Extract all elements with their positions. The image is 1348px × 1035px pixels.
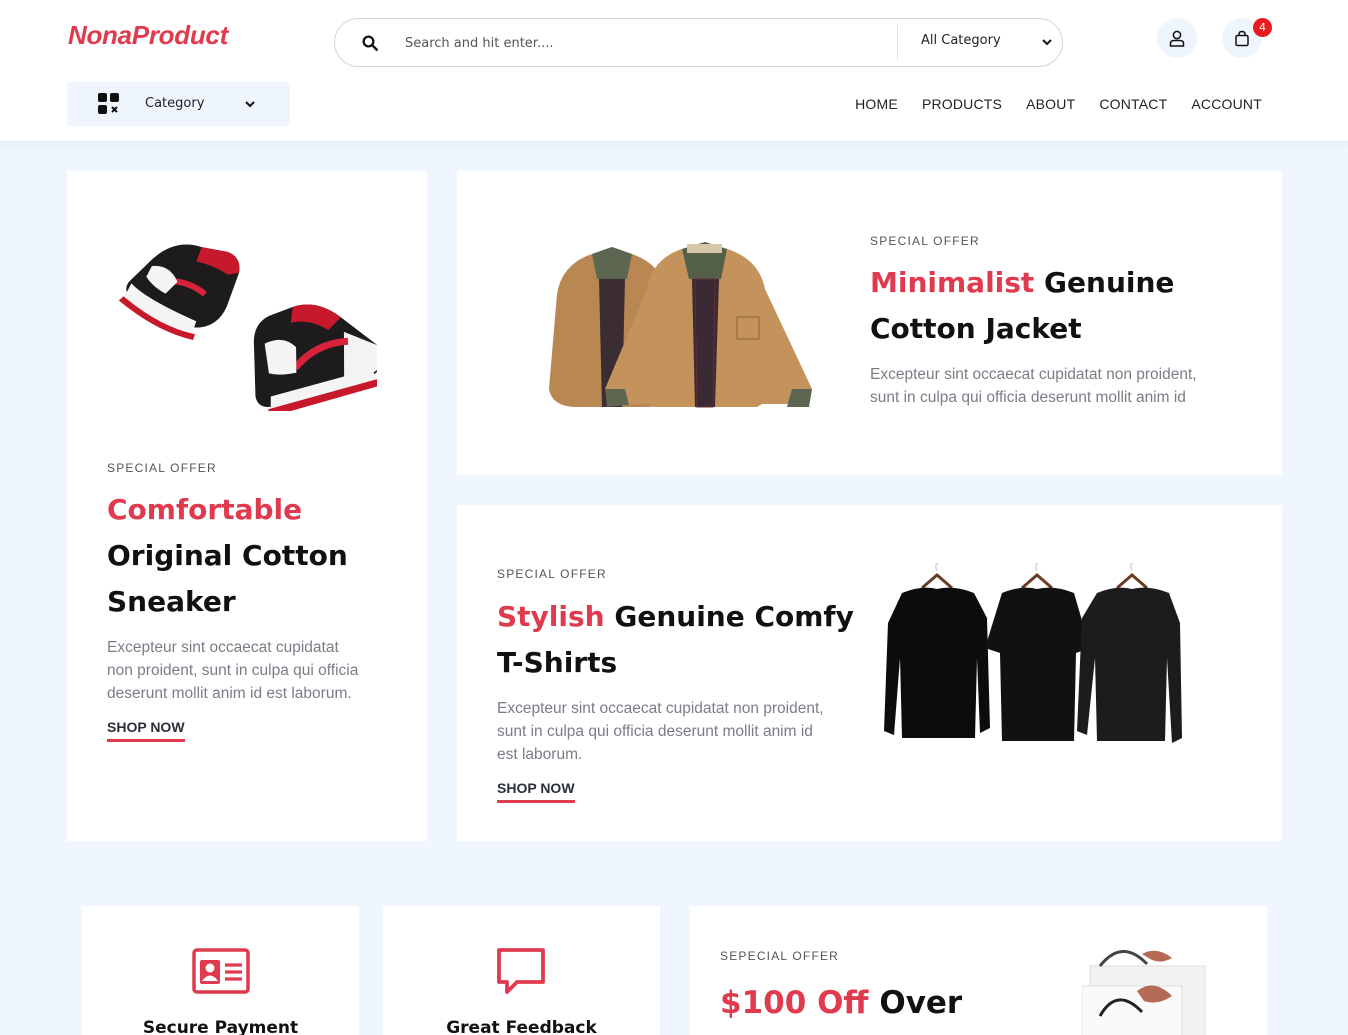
user-icon	[1169, 30, 1185, 47]
sneaker-product-image	[118, 244, 377, 411]
sneaker-headline-line2: Original Cotton	[107, 539, 348, 572]
chevron-down-icon[interactable]	[1041, 36, 1053, 48]
tshirt-offer-card: SPECIAL OFFER Stylish Genuine Comfy T-Sh…	[457, 505, 1282, 841]
nav-about[interactable]: ABOUT	[1026, 96, 1075, 112]
special-offer-eyebrow: SPECIAL OFFER	[497, 567, 607, 581]
promo-offer-card: SEPECIAL OFFER $100 Off Over	[690, 906, 1267, 1035]
desc-line: non proident, sunt in culpa qui officia	[107, 662, 359, 679]
jacket-headline-line1: Minimalist Genuine	[870, 260, 1270, 306]
jacket-headline-rest: Genuine	[1034, 266, 1175, 299]
main-nav: HOME PRODUCTS ABOUT CONTACT ACCOUNT	[855, 96, 1262, 112]
tshirt-headline-line2: T-Shirts	[497, 646, 618, 679]
nav-account[interactable]: ACCOUNT	[1191, 96, 1262, 112]
search-bar: All Category	[334, 18, 1063, 67]
all-category-select[interactable]: All Category	[921, 33, 1001, 48]
category-dropdown-button[interactable]: Category	[67, 82, 290, 126]
site-header: NonaProduct All Category 4	[0, 0, 1348, 141]
nav-contact[interactable]: CONTACT	[1099, 96, 1167, 112]
desc-line: Excepteur sint occaecat cupidatat non pr…	[870, 366, 1197, 383]
promo-headline-accent: $100 Off	[720, 985, 869, 1021]
chevron-down-icon	[245, 101, 255, 108]
desc-line: sunt in culpa qui officia deserunt molli…	[497, 723, 813, 740]
grid-category-icon	[98, 93, 119, 114]
secure-payment-card: Secure Payment	[82, 906, 359, 1035]
jacket-headline-accent: Minimalist	[870, 266, 1035, 299]
tshirt-headline: Stylish Genuine Comfy T-Shirts	[497, 594, 877, 686]
shopping-bags-image	[1082, 950, 1206, 1035]
desc-line: Excepteur sint occaecat cupidatat	[107, 639, 339, 656]
sneaker-headline-line3: Sneaker	[107, 585, 236, 618]
jacket-headline-line2: Cotton Jacket	[870, 312, 1082, 345]
desc-line: deserunt mollit anim id est laborum.	[107, 685, 352, 702]
account-button[interactable]	[1157, 18, 1197, 58]
id-card-icon	[192, 948, 250, 994]
tshirt-headline-rest: Genuine Comfy	[604, 600, 854, 633]
tshirt-headline-line1: Stylish Genuine Comfy	[497, 594, 877, 640]
sneaker-shop-now-link[interactable]: SHOP NOW	[107, 719, 185, 742]
cart-count-badge: 4	[1253, 18, 1272, 37]
jacket-headline: Minimalist Genuine Cotton Jacket	[870, 260, 1270, 352]
great-feedback-title: Great Feedback	[446, 1018, 597, 1035]
nav-home[interactable]: HOME	[855, 96, 898, 112]
secure-payment-title: Secure Payment	[142, 1018, 299, 1035]
category-label: Category	[145, 96, 205, 111]
sneaker-headline: Comfortable Original Cotton Sneaker	[107, 487, 407, 625]
search-icon[interactable]	[361, 34, 379, 52]
search-divider	[897, 25, 898, 60]
jacket-offer-card: SPECIAL OFFER Minimalist Genuine Cotton …	[457, 171, 1282, 475]
desc-line: sunt in culpa qui officia deserunt molli…	[870, 389, 1186, 406]
chat-bubble-icon	[497, 948, 545, 994]
desc-line: Excepteur sint occaecat cupidatat non pr…	[497, 700, 824, 717]
sneaker-offer-card: SPECIAL OFFER Comfortable Original Cotto…	[67, 171, 427, 841]
sneaker-description: Excepteur sint occaecat cupidatat non pr…	[107, 636, 407, 705]
special-offer-eyebrow: SEPECIAL OFFER	[720, 949, 840, 963]
tshirt-description: Excepteur sint occaecat cupidatat non pr…	[497, 697, 877, 766]
desc-line: est laborum.	[497, 746, 583, 763]
great-feedback-card: Great Feedback	[383, 906, 660, 1035]
special-offer-eyebrow: SPECIAL OFFER	[107, 461, 217, 475]
tshirts-product-image	[884, 563, 1182, 743]
jacket-description: Excepteur sint occaecat cupidatat non pr…	[870, 363, 1250, 409]
promo-headline-rest: Over	[868, 985, 963, 1021]
search-input[interactable]	[405, 31, 875, 55]
sneaker-headline-accent: Comfortable	[107, 493, 303, 526]
jacket-product-image	[549, 242, 812, 408]
tshirt-headline-accent: Stylish	[497, 600, 605, 633]
promo-headline: $100 Off Over	[720, 980, 1120, 1026]
special-offer-eyebrow: SPECIAL OFFER	[870, 234, 980, 248]
tshirt-shop-now-link[interactable]: SHOP NOW	[497, 780, 575, 803]
nav-products[interactable]: PRODUCTS	[922, 96, 1002, 112]
brand-logo[interactable]: NonaProduct	[68, 20, 228, 51]
shopping-bag-icon	[1235, 30, 1249, 46]
